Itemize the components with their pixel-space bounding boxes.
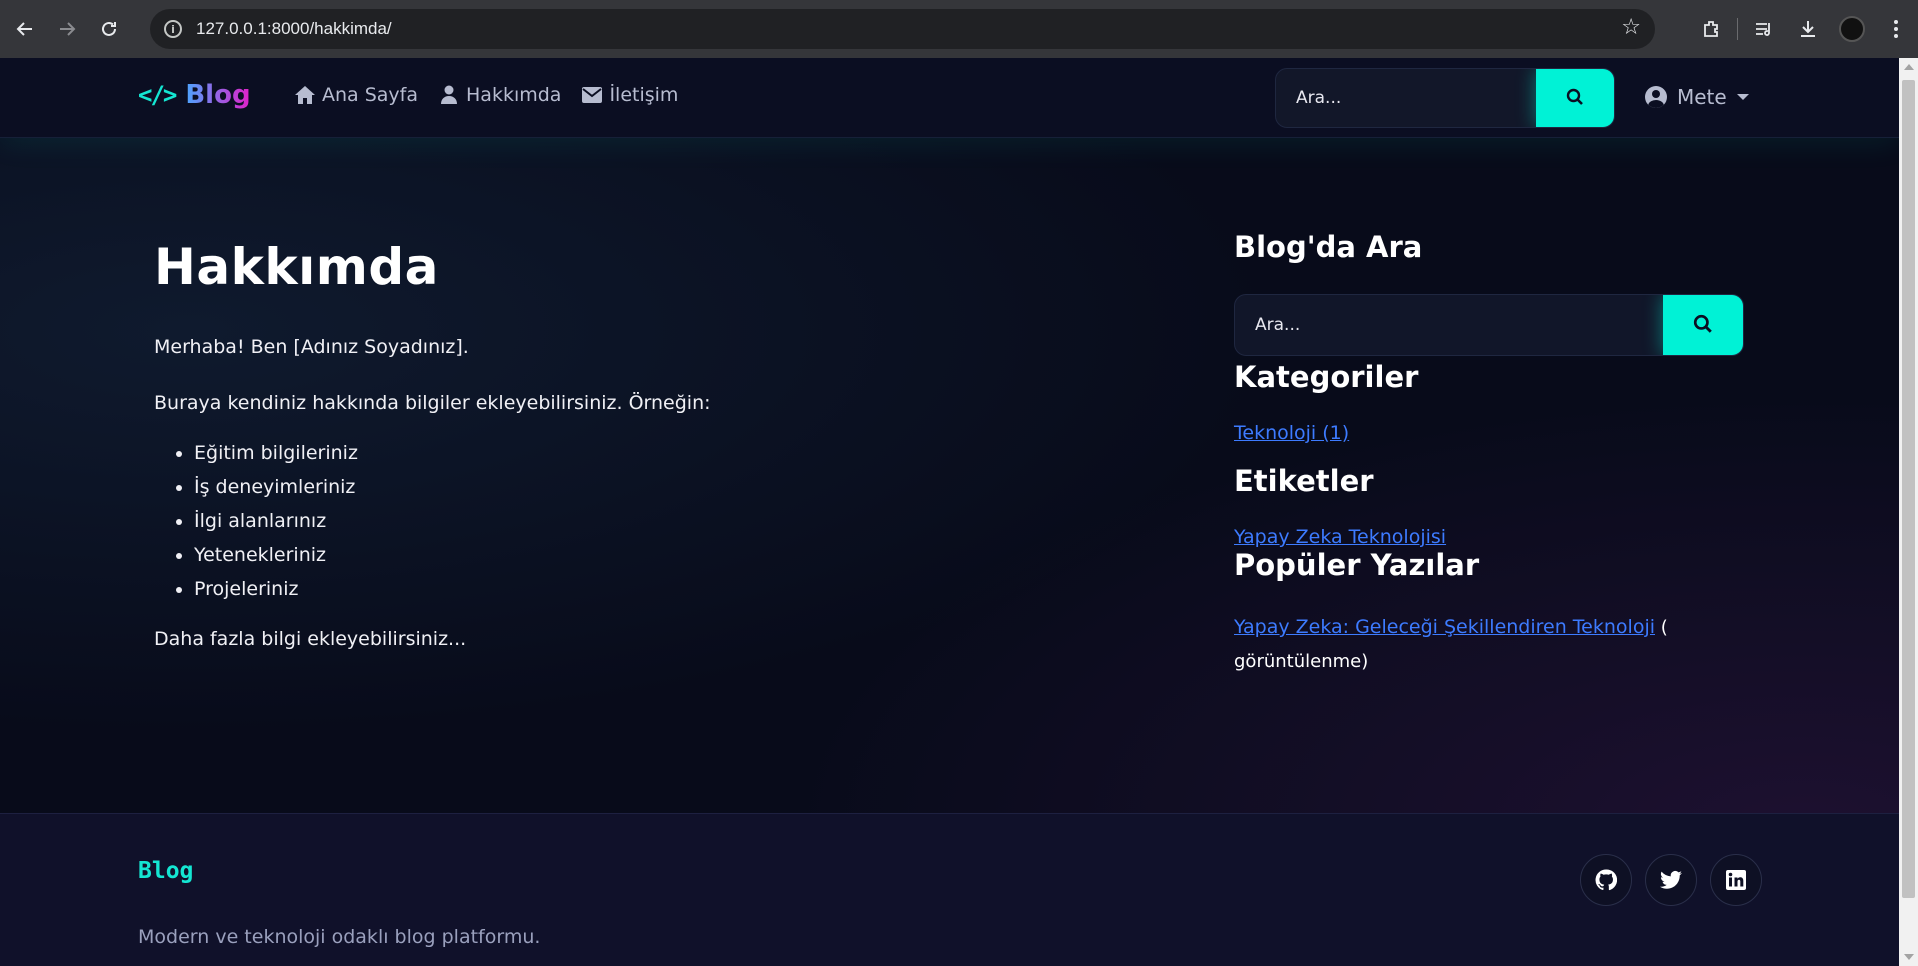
- code-icon: </>: [138, 81, 177, 109]
- search-icon: [1566, 88, 1584, 109]
- nav-label: İletişim: [609, 84, 679, 106]
- caret-down-icon: [1736, 94, 1749, 100]
- search-icon: [1693, 314, 1713, 337]
- back-icon[interactable]: [8, 12, 42, 46]
- toolbar-divider: [1737, 18, 1738, 40]
- scroll-up-arrow[interactable]: [1904, 64, 1914, 70]
- home-icon: [294, 85, 316, 105]
- reload-icon[interactable]: [92, 12, 126, 46]
- github-icon[interactable]: [1580, 854, 1632, 906]
- download-icon[interactable]: [1786, 19, 1830, 39]
- twitter-icon[interactable]: [1645, 854, 1697, 906]
- profile-avatar[interactable]: [1830, 16, 1874, 42]
- forward-icon[interactable]: [50, 12, 84, 46]
- navbar-search-input[interactable]: [1276, 69, 1536, 127]
- sidebar: Blog'da Ara Kategoriler Teknoloji (1) Et…: [1234, 230, 1744, 679]
- footer-description: Modern ve teknoloji odaklı blog platform…: [138, 926, 541, 948]
- view-count-text: görüntülenme): [1234, 651, 1369, 672]
- site-info-icon[interactable]: i: [164, 20, 182, 38]
- navbar-search: [1275, 68, 1615, 128]
- brand-logo[interactable]: </> Blog: [138, 80, 251, 110]
- scroll-thumb[interactable]: [1902, 80, 1915, 898]
- nav-item-home[interactable]: Ana Sayfa: [294, 84, 418, 106]
- popular-heading: Popüler Yazılar: [1234, 548, 1480, 582]
- about-list: Eğitim bilgileriniz İş deneyimleriniz İl…: [154, 436, 1054, 606]
- popular-post-link[interactable]: Yapay Zeka: Geleceği Şekillendiren Tekno…: [1234, 616, 1655, 638]
- list-item: İş deneyimleriniz: [194, 470, 1054, 504]
- user-name: Mete: [1677, 85, 1727, 109]
- brand-text: Blog: [185, 80, 251, 110]
- menu-kebab-icon[interactable]: [1874, 19, 1918, 39]
- nav-label: Ana Sayfa: [322, 84, 419, 106]
- tags-heading: Etiketler: [1234, 464, 1374, 498]
- sidebar-search: [1234, 294, 1744, 356]
- tag-link[interactable]: Yapay Zeka Teknolojisi: [1234, 526, 1446, 548]
- view-count-open: (: [1655, 617, 1668, 638]
- tag-list: Yapay Zeka Teknolojisi: [1234, 526, 1744, 548]
- sidebar-search-button[interactable]: [1663, 295, 1743, 355]
- categories-heading: Kategoriler: [1234, 360, 1419, 394]
- page-scrollbar[interactable]: [1899, 58, 1918, 966]
- site-footer: Blog Modern ve teknoloji odaklı blog pla…: [0, 813, 1899, 966]
- linkedin-icon[interactable]: [1710, 854, 1762, 906]
- popular-list: Yapay Zeka: Geleceği Şekillendiren Tekno…: [1234, 610, 1744, 679]
- nav-item-about[interactable]: Hakkımda: [438, 84, 561, 106]
- page-viewport: </> Blog Ana Sayfa Hakkımda İletişim Ara…: [0, 58, 1899, 966]
- bookmark-star-icon[interactable]: ☆: [1621, 15, 1641, 40]
- footer-brand: Blog: [138, 858, 194, 884]
- nav-item-contact[interactable]: İletişim: [581, 84, 678, 106]
- sidebar-search-input[interactable]: [1235, 295, 1663, 355]
- category-list: Teknoloji (1): [1234, 422, 1744, 444]
- main-content: Hakkımda Merhaba! Ben [Adınız Soyadınız]…: [154, 238, 1054, 650]
- lead-text: Buraya kendiniz hakkında bilgiler ekleye…: [154, 392, 711, 414]
- extensions-icon[interactable]: [1689, 19, 1733, 39]
- nav-links: Ana Sayfa Hakkımda İletişim: [294, 84, 698, 106]
- page-title: Hakkımda: [154, 238, 439, 296]
- user-circle-icon: [1645, 86, 1667, 108]
- list-item: Eğitim bilgileriniz: [194, 436, 1054, 470]
- intro-text: Merhaba! Ben [Adınız Soyadınız].: [154, 336, 469, 358]
- envelope-icon: [581, 85, 603, 105]
- scroll-down-arrow[interactable]: [1904, 954, 1914, 960]
- user-icon: [438, 85, 460, 105]
- nav-label: Hakkımda: [466, 84, 562, 106]
- address-bar[interactable]: i 127.0.0.1:8000/hakkimda/ ☆: [150, 9, 1655, 49]
- category-link[interactable]: Teknoloji (1): [1234, 422, 1349, 444]
- navbar-search-button[interactable]: [1536, 69, 1614, 127]
- outro-text: Daha fazla bilgi ekleyebilirsiniz...: [154, 628, 467, 650]
- search-heading: Blog'da Ara: [1234, 230, 1423, 264]
- list-item: Yetenekleriniz: [194, 538, 1054, 572]
- site-navbar: </> Blog Ana Sayfa Hakkımda İletişim Ara…: [0, 58, 1899, 138]
- list-item: Projeleriniz: [194, 572, 1054, 606]
- browser-toolbar: i 127.0.0.1:8000/hakkimda/ ☆: [0, 0, 1918, 58]
- url-text[interactable]: 127.0.0.1:8000/hakkimda/: [196, 19, 392, 39]
- list-item: İlgi alanlarınız: [194, 504, 1054, 538]
- media-control-icon[interactable]: [1742, 19, 1786, 39]
- user-menu[interactable]: Mete: [1645, 85, 1749, 109]
